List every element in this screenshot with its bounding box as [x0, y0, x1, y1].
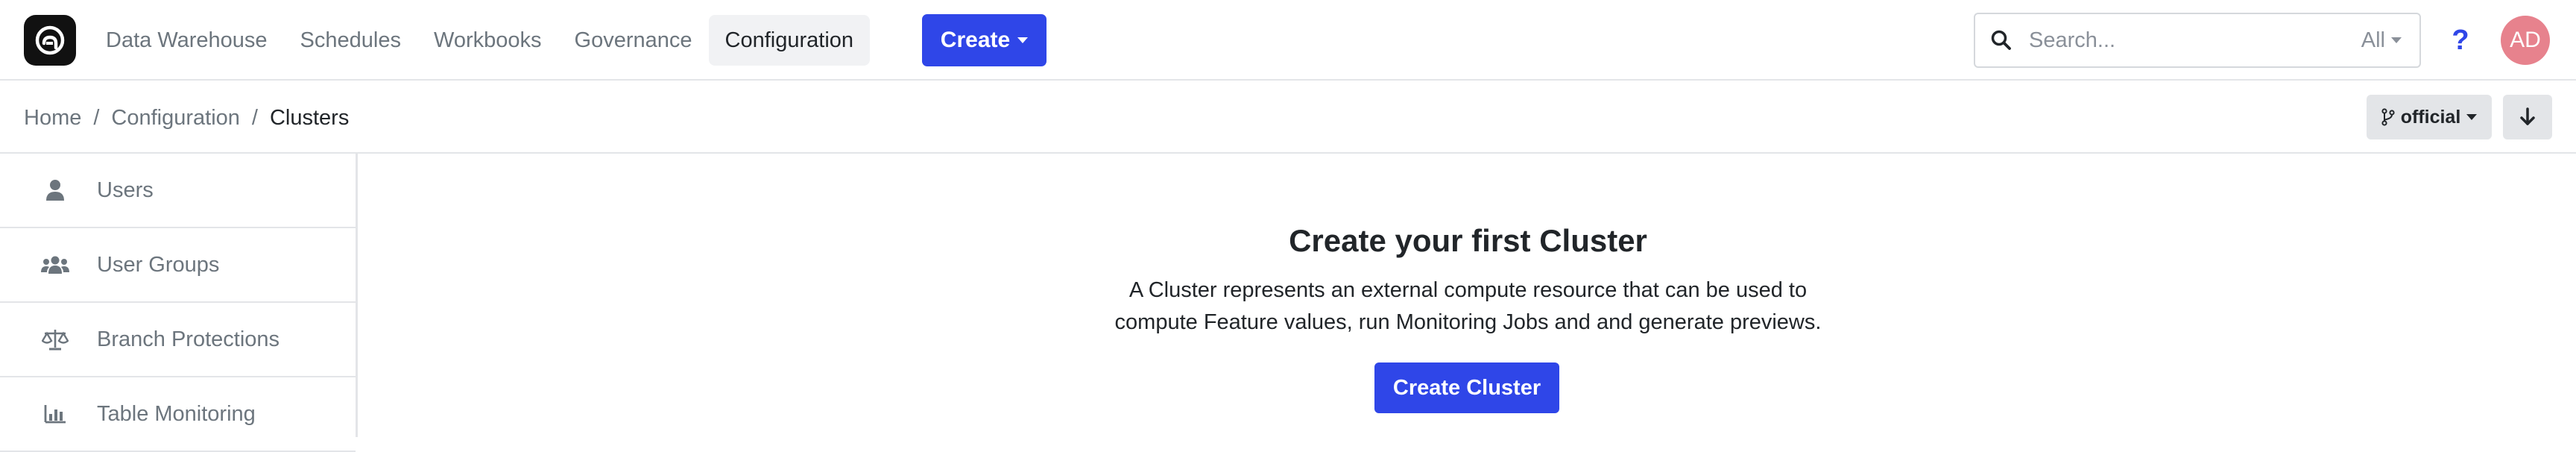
git-branch-icon [2381, 108, 2395, 126]
sidebar-item-table-monitoring[interactable]: Table Monitoring [0, 377, 356, 452]
clusters-main: Create your first Cluster A Cluster repr… [360, 154, 2576, 437]
breadcrumb: Home / Configuration / Clusters [24, 82, 349, 154]
empty-state-description-line: compute Feature values, run Monitoring J… [1114, 310, 1822, 334]
nav-workbooks[interactable]: Workbooks [417, 15, 558, 66]
sidebar-item-user-groups[interactable]: User Groups [0, 228, 356, 303]
empty-state-title: Create your first Cluster [1289, 223, 1647, 258]
caret-down-icon [1017, 37, 1029, 43]
breadcrumb-bar: Home / Configuration / Clusters official [0, 82, 2576, 154]
branch-label: official [2400, 106, 2461, 128]
search-scope-dropdown[interactable]: All [2361, 14, 2402, 66]
sidebar-item-label: User Groups [97, 252, 220, 277]
main-nav: Data Warehouse Schedules Workbooks Gover… [89, 15, 871, 66]
sidebar-item-label: Table Monitoring [97, 401, 256, 426]
help-icon[interactable]: ? [2447, 21, 2474, 60]
breadcrumb-home[interactable]: Home [24, 106, 81, 131]
scale-icon [33, 328, 78, 351]
create-cluster-button[interactable]: Create Cluster [1374, 362, 1559, 413]
sidebar-item-label: Users [97, 178, 154, 202]
nav-configuration[interactable]: Configuration [708, 15, 871, 66]
settings-sidebar: Users User Groups Branch Protections Tab… [0, 154, 358, 452]
user-avatar[interactable]: AD [2501, 16, 2550, 65]
breadcrumb-configuration[interactable]: Configuration [111, 106, 240, 131]
search-icon [1991, 30, 2011, 50]
app-logo[interactable] [24, 15, 76, 66]
nav-data-warehouse[interactable]: Data Warehouse [89, 15, 284, 66]
download-button[interactable] [2503, 95, 2552, 139]
users-icon [33, 255, 78, 274]
create-button[interactable]: Create [922, 14, 1046, 66]
sidebar-item-users[interactable]: Users [0, 154, 356, 228]
global-search[interactable]: All [1974, 13, 2421, 68]
breadcrumb-separator: / [251, 105, 258, 130]
nav-governance[interactable]: Governance [558, 15, 709, 66]
nav-schedules[interactable]: Schedules [284, 15, 417, 66]
search-input[interactable] [2029, 28, 2342, 53]
logo-icon [35, 25, 65, 55]
create-button-label: Create [940, 28, 1011, 52]
bar-chart-icon [33, 404, 78, 424]
user-icon [33, 179, 78, 201]
branch-selector[interactable]: official [2367, 95, 2492, 139]
breadcrumb-current: Clusters [269, 105, 350, 130]
empty-state-description-line: A Cluster represents an external compute… [1128, 278, 1808, 302]
search-scope-label: All [2361, 28, 2385, 52]
breadcrumb-separator: / [93, 105, 100, 130]
sidebar-item-label: Branch Protections [97, 327, 280, 351]
caret-down-icon [2391, 37, 2402, 43]
caret-down-icon [2466, 114, 2478, 120]
top-navbar: Data Warehouse Schedules Workbooks Gover… [0, 0, 2576, 81]
arrow-down-icon [2520, 107, 2535, 125]
sidebar-item-branch-protections[interactable]: Branch Protections [0, 303, 356, 377]
empty-state-description: A Cluster represents an external compute… [360, 274, 2576, 339]
